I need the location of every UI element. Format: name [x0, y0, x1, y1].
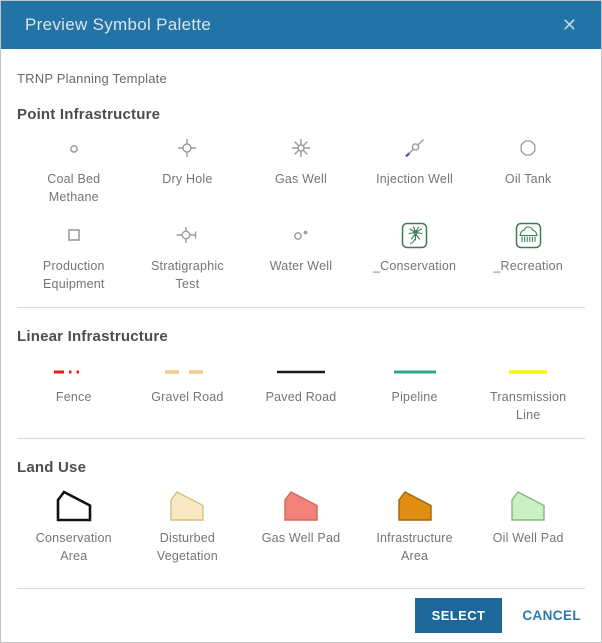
section-divider	[17, 438, 585, 439]
point-symbols-row-1: Coal Bed Methane Dry Hole	[17, 129, 585, 206]
transmission-line-icon	[500, 367, 556, 377]
dialog-header: Preview Symbol Palette ✕	[1, 1, 601, 49]
palette-item-label: Water Well	[252, 258, 350, 276]
palette-item-label: Production Equipment	[25, 258, 123, 293]
palette-item-oil-well-pad: Oil Well Pad	[471, 486, 585, 565]
palette-item-stratigraphic-test: Stratigraphic Test	[131, 216, 245, 293]
palette-item-label: Disturbed Vegetation	[139, 530, 237, 565]
dialog-title: Preview Symbol Palette	[25, 15, 558, 35]
section-divider	[17, 307, 585, 308]
palette-item-infrastructure-area: Infrastructure Area	[358, 486, 472, 565]
gas-well-pad-polygon-icon	[281, 489, 321, 523]
injection-well-icon	[402, 136, 428, 160]
fence-line-icon	[46, 367, 102, 377]
gravel-road-line-icon	[159, 367, 215, 377]
recreation-shelter-icon	[515, 222, 542, 249]
palette-item-oil-tank: Oil Tank	[471, 129, 585, 206]
palette-item-label: _Recreation	[479, 258, 577, 276]
oil-tank-icon	[516, 136, 540, 160]
palette-item-gravel-road: Gravel Road	[131, 359, 245, 424]
conservation-flower-icon	[401, 222, 428, 249]
infrastructure-area-polygon-icon	[395, 489, 435, 523]
palette-item-transmission-line: Transmission Line	[471, 359, 585, 424]
dry-hole-icon	[175, 136, 199, 160]
water-well-icon	[288, 223, 314, 247]
palette-item-water-well: Water Well	[244, 216, 358, 293]
palette-item-injection-well: Injection Well	[358, 129, 472, 206]
template-name: TRNP Planning Template	[17, 71, 585, 86]
palette-item-label: Oil Tank	[479, 171, 577, 189]
palette-item-conservation-point: _Conservation	[358, 216, 472, 293]
close-icon[interactable]: ✕	[558, 12, 581, 38]
section-linear-infrastructure: Linear Infrastructure Fence Gravel Road	[17, 328, 585, 424]
palette-item-label: Dry Hole	[139, 171, 237, 189]
stratigraphic-test-icon	[174, 223, 200, 247]
palette-item-label: _Conservation	[366, 258, 464, 276]
conservation-area-polygon-icon	[54, 489, 94, 523]
palette-item-label: Oil Well Pad	[479, 530, 577, 548]
palette-item-paved-road: Paved Road	[244, 359, 358, 424]
section-land-use: Land Use Conservation Area Disturbed Veg…	[17, 459, 585, 565]
section-point-infrastructure: Point Infrastructure Coal Bed Methane	[17, 106, 585, 293]
production-equipment-icon	[62, 223, 86, 247]
gas-well-icon	[289, 136, 313, 160]
palette-item-label: Paved Road	[252, 389, 350, 407]
cancel-button[interactable]: CANCEL	[522, 608, 581, 623]
palette-item-label: Fence	[25, 389, 123, 407]
palette-item-label: Gas Well	[252, 171, 350, 189]
palette-item-production-equipment: Production Equipment	[17, 216, 131, 293]
palette-item-label: Conservation Area	[25, 530, 123, 565]
palette-item-label: Pipeline	[366, 389, 464, 407]
palette-item-label: Gas Well Pad	[252, 530, 350, 548]
palette-item-label: Transmission Line	[479, 389, 577, 424]
dialog-footer: SELECT CANCEL	[17, 588, 585, 642]
palette-item-fence: Fence	[17, 359, 131, 424]
preview-symbol-palette-dialog: Preview Symbol Palette ✕ TRNP Planning T…	[0, 0, 602, 643]
section-title: Point Infrastructure	[17, 106, 585, 123]
line-symbols-row: Fence Gravel Road Paved Road	[17, 359, 585, 424]
palette-item-pipeline: Pipeline	[358, 359, 472, 424]
palette-item-label: Injection Well	[366, 171, 464, 189]
palette-item-label: Infrastructure Area	[366, 530, 464, 565]
palette-item-label: Gravel Road	[139, 389, 237, 407]
palette-item-gas-well: Gas Well	[244, 129, 358, 206]
palette-item-recreation-point: _Recreation	[471, 216, 585, 293]
palette-item-disturbed-vegetation: Disturbed Vegetation	[131, 486, 245, 565]
palette-item-label: Coal Bed Methane	[25, 171, 123, 206]
disturbed-vegetation-polygon-icon	[167, 489, 207, 523]
paved-road-line-icon	[273, 367, 329, 377]
point-symbols-row-2: Production Equipment Stratigraphic Test	[17, 216, 585, 293]
palette-item-coal-bed-methane: Coal Bed Methane	[17, 129, 131, 206]
select-button[interactable]: SELECT	[415, 598, 503, 633]
coal-bed-methane-icon	[62, 136, 86, 160]
palette-item-label: Stratigraphic Test	[139, 258, 237, 293]
palette-item-gas-well-pad: Gas Well Pad	[244, 486, 358, 565]
palette-item-dry-hole: Dry Hole	[131, 129, 245, 206]
dialog-body: TRNP Planning Template Point Infrastruct…	[1, 49, 601, 574]
section-title: Linear Infrastructure	[17, 328, 585, 345]
polygon-symbols-row: Conservation Area Disturbed Vegetation G…	[17, 486, 585, 565]
pipeline-line-icon	[387, 367, 443, 377]
section-title: Land Use	[17, 459, 585, 476]
oil-well-pad-polygon-icon	[508, 489, 548, 523]
palette-item-conservation-area: Conservation Area	[17, 486, 131, 565]
